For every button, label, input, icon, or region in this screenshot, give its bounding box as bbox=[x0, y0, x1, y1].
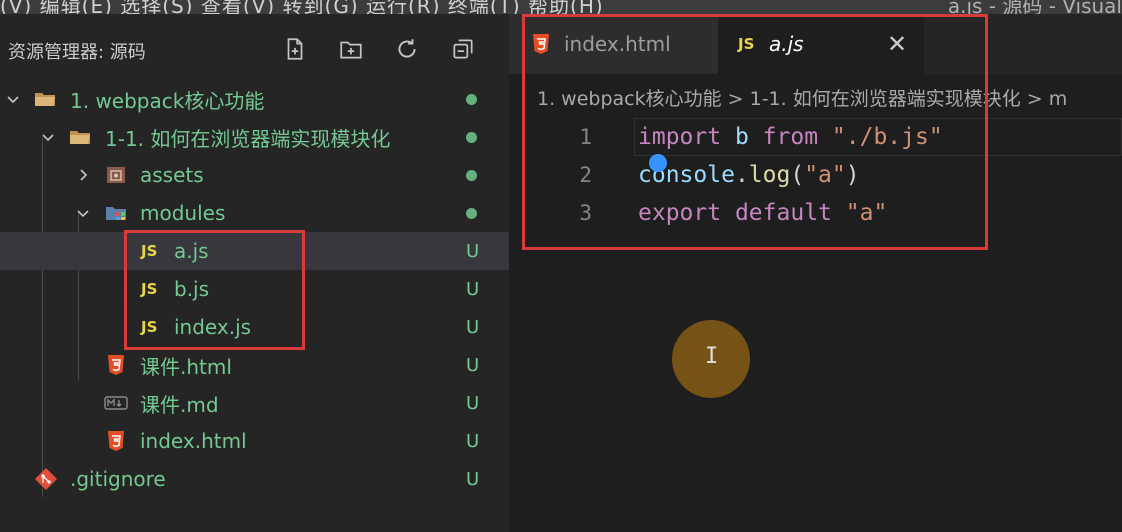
tree-file-a-js[interactable]: JS a.js U bbox=[0, 232, 509, 270]
tree-label: .gitignore bbox=[70, 467, 166, 491]
tree-folder-webpack[interactable]: 1. webpack核心功能 bbox=[0, 80, 509, 118]
git-status: U bbox=[466, 392, 480, 414]
tree-label: index.js bbox=[174, 315, 252, 339]
tree-file-courseware-md[interactable]: 课件.md U bbox=[0, 384, 509, 422]
status-dot bbox=[466, 131, 477, 143]
tree-folder-assets[interactable]: assets bbox=[0, 156, 509, 194]
assets-folder-icon bbox=[103, 162, 129, 188]
git-status: U bbox=[466, 430, 480, 452]
explorer-title: 资源管理器: 源码 bbox=[8, 42, 146, 63]
explorer-header: 资源管理器: 源码 bbox=[0, 14, 509, 80]
tree-file-index-html[interactable]: index.html U bbox=[0, 422, 509, 460]
tab-label: index.html bbox=[564, 32, 671, 56]
editor-area: index.html JS a.js ✕ 1. webpack核心功能 > 1-… bbox=[509, 14, 1122, 532]
new-file-icon bbox=[287, 38, 303, 60]
tree-label: assets bbox=[140, 163, 204, 187]
line-number: 1 bbox=[579, 125, 592, 149]
js-file-icon: JS bbox=[141, 280, 158, 298]
js-file-icon: JS bbox=[738, 35, 755, 53]
line-number: 2 bbox=[579, 163, 592, 187]
status-dot bbox=[466, 207, 477, 219]
tree-label: index.html bbox=[140, 429, 247, 453]
tree-file-courseware-html[interactable]: 课件.html U bbox=[0, 346, 509, 384]
folder-open-icon bbox=[67, 124, 93, 150]
tree-label: a.js bbox=[174, 239, 209, 263]
text-cursor-icon: I bbox=[705, 344, 719, 369]
collapse-all-icon bbox=[453, 39, 473, 59]
status-dot bbox=[466, 93, 477, 105]
close-icon[interactable]: ✕ bbox=[887, 30, 907, 58]
html5-icon bbox=[103, 428, 129, 454]
tree-label: b.js bbox=[174, 277, 210, 301]
modules-folder-icon bbox=[103, 200, 129, 226]
collapse-all-button[interactable] bbox=[447, 34, 479, 64]
folder-open-icon bbox=[32, 86, 58, 112]
git-status: U bbox=[466, 354, 480, 376]
git-icon bbox=[33, 466, 59, 492]
lightbulb-indicator[interactable] bbox=[649, 154, 667, 172]
tree-label: 课件.md bbox=[140, 392, 219, 417]
new-folder-icon bbox=[340, 41, 362, 59]
menu-items[interactable]: (V) 编辑(E) 选择(S) 查看(V) 转到(G) 运行(R) 终端(T) … bbox=[0, 0, 604, 14]
breadcrumb[interactable]: 1. webpack核心功能 > 1-1. 如何在浏览器端实现模块化 > m bbox=[537, 84, 1067, 111]
tree-folder-module-browser[interactable]: 1-1. 如何在浏览器端实现模块化 bbox=[0, 118, 509, 156]
menu-bar: (V) 编辑(E) 选择(S) 查看(V) 转到(G) 运行(R) 终端(T) … bbox=[0, 0, 1122, 14]
code-text: console.log("a") bbox=[638, 162, 860, 188]
html5-icon bbox=[103, 352, 129, 378]
new-file-button[interactable] bbox=[279, 34, 311, 64]
refresh-button[interactable] bbox=[391, 34, 423, 64]
code-text: export default "a" bbox=[638, 200, 888, 226]
code-text: import b from "./b.js" bbox=[638, 124, 943, 150]
git-status: U bbox=[466, 316, 480, 338]
js-file-icon: JS bbox=[141, 242, 158, 260]
chevron-right-icon bbox=[73, 165, 93, 185]
tree-label: 1. webpack核心功能 bbox=[70, 88, 265, 113]
tab-a-js[interactable]: JS a.js ✕ bbox=[718, 14, 924, 74]
chevron-down-icon bbox=[73, 203, 93, 223]
refresh-icon bbox=[398, 39, 416, 58]
tab-bar: index.html JS a.js ✕ bbox=[509, 14, 1122, 74]
new-folder-button[interactable] bbox=[335, 34, 367, 64]
status-dot bbox=[466, 169, 477, 181]
git-status: U bbox=[466, 278, 480, 300]
js-file-icon: JS bbox=[141, 318, 158, 336]
html5-icon bbox=[528, 31, 554, 57]
git-status: U bbox=[466, 240, 480, 262]
tree-file-index-js[interactable]: JS index.js U bbox=[0, 308, 509, 346]
tree-label: 1-1. 如何在浏览器端实现模块化 bbox=[105, 126, 391, 151]
tree-file-b-js[interactable]: JS b.js U bbox=[0, 270, 509, 308]
tree-label: modules bbox=[140, 201, 226, 225]
chevron-down-icon bbox=[38, 127, 58, 147]
git-status: U bbox=[466, 468, 480, 490]
tab-label: a.js bbox=[769, 32, 804, 56]
chevron-down-icon bbox=[3, 89, 23, 109]
tree-file-gitignore[interactable]: .gitignore U bbox=[0, 460, 509, 498]
window-title: a.js - 源码 - Visual bbox=[947, 0, 1122, 14]
line-number: 3 bbox=[579, 201, 592, 225]
tab-index-html[interactable]: index.html bbox=[509, 14, 718, 74]
tree-folder-modules[interactable]: modules bbox=[0, 194, 509, 232]
explorer-sidebar: 资源管理器: 源码 1. webpack核心功能 1-1. 如何在浏览器端实现模… bbox=[0, 14, 509, 532]
markdown-icon bbox=[103, 390, 129, 416]
tree-label: 课件.html bbox=[140, 354, 232, 379]
